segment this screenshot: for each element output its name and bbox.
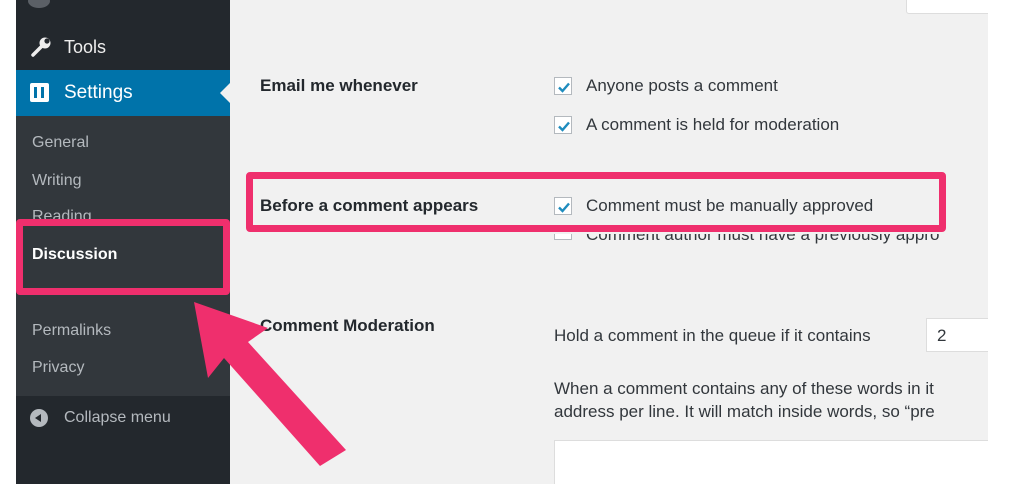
pointer-arrow bbox=[194, 302, 346, 466]
screenshot-frame: Tools Settings General Writing Reading D… bbox=[16, 0, 988, 484]
